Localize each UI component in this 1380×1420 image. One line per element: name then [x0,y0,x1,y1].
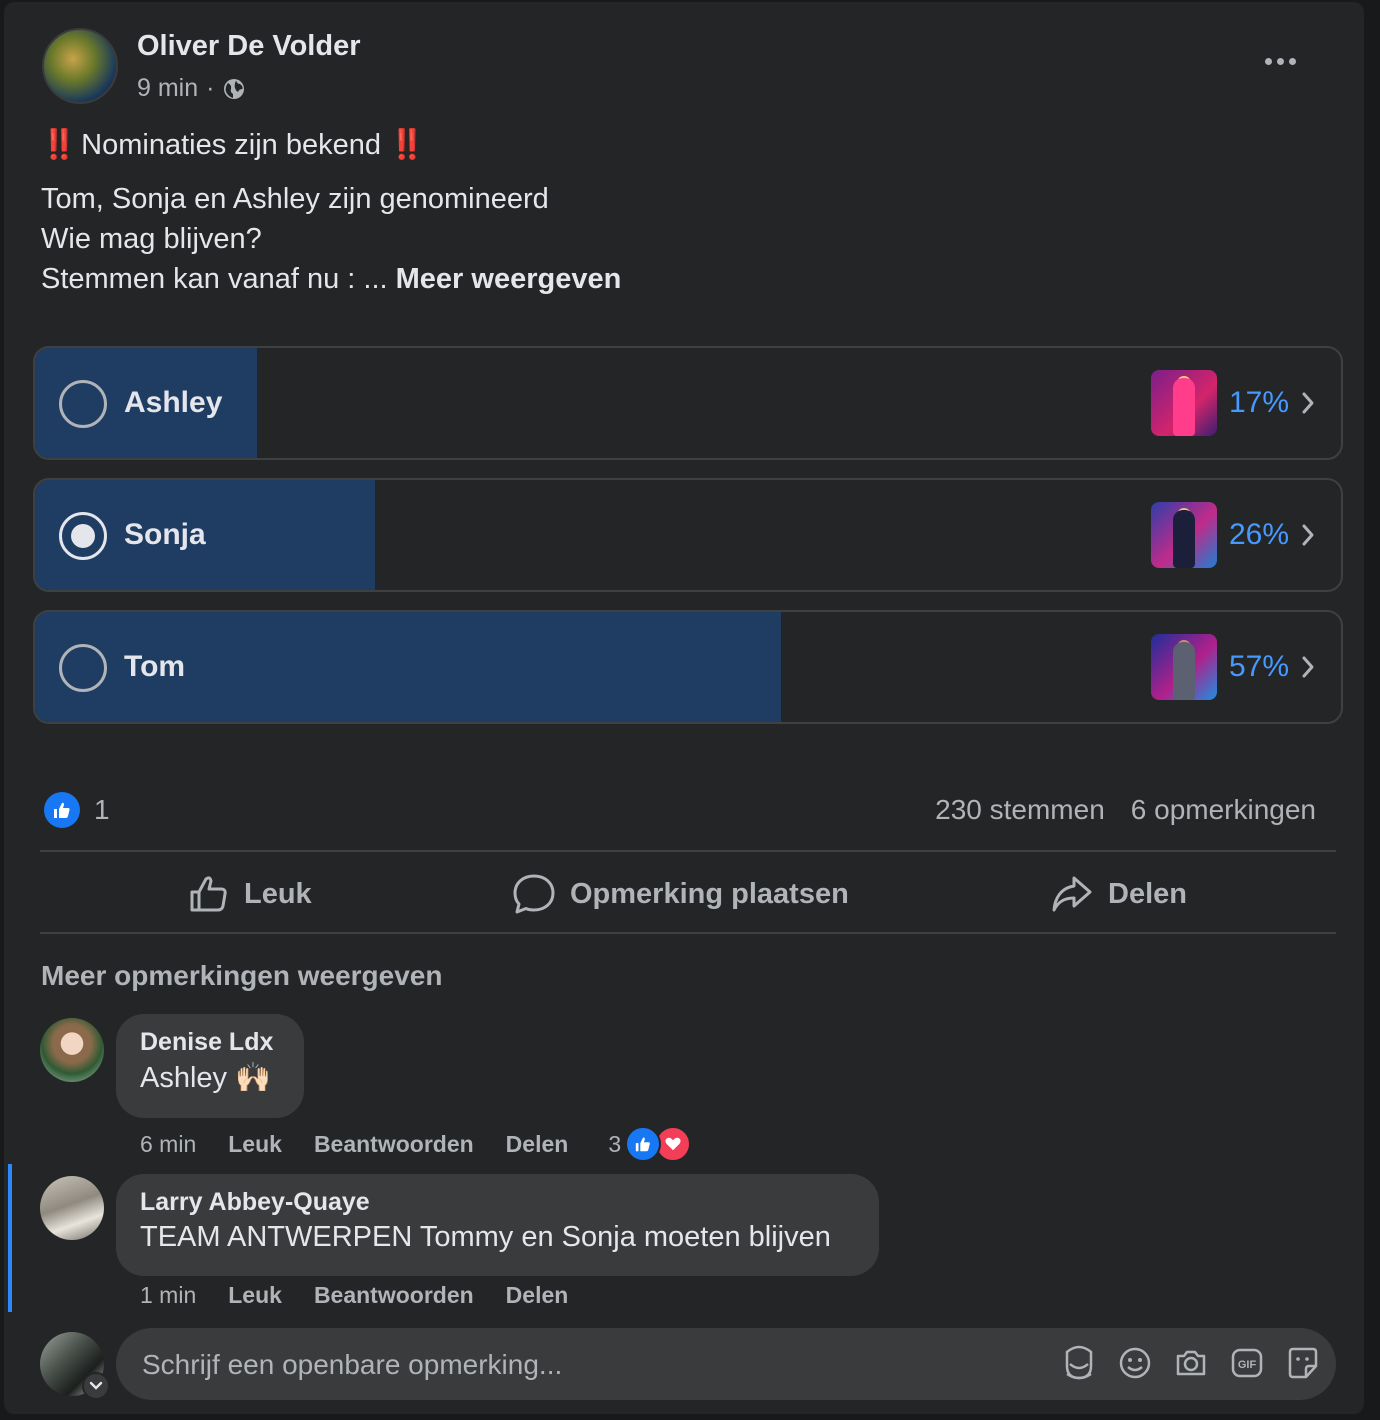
poll-option-ashley[interactable]: Ashley 17% [33,346,1343,460]
reaction-count: 3 [608,1130,622,1157]
comment-share-button[interactable]: Delen [506,1131,569,1158]
comment-label: Opmerking plaatsen [570,877,849,910]
chevron-right-icon [1302,656,1314,678]
comment-reply-button[interactable]: Beantwoorden [314,1131,474,1158]
voter-thumbnail [1150,370,1217,436]
comment-time[interactable]: 6 min [140,1131,196,1158]
comment-button[interactable]: Opmerking plaatsen [512,868,849,920]
camera-icon[interactable] [1174,1344,1208,1382]
svg-text:GIF: GIF [1238,1359,1257,1371]
comment-actions: 1 min Leuk Beantwoorden Delen [140,1282,568,1309]
share-icon [1052,876,1092,912]
comment-bubble: Denise Ldx Ashley 🙌🏻 [116,1014,304,1118]
poll-option-label: Sonja [124,518,206,551]
post-card: Oliver De Volder 9 min · ‼️ Nominaties z… [4,2,1364,1414]
like-count: 1 [94,794,110,825]
comments-count[interactable]: 6 opmerkingen [1131,794,1316,826]
comment-text: Ashley 🙌🏻 [140,1062,272,1094]
reaction-summary[interactable]: 1 [44,792,110,828]
comment-author[interactable]: Larry Abbey-Quaye [140,1188,855,1217]
avatar-sticker-icon[interactable] [1062,1344,1096,1382]
more-options-icon[interactable] [1260,46,1300,76]
like-reaction-icon [44,792,80,828]
comment-time[interactable]: 1 min [140,1282,196,1309]
post-body-line: Tom, Sonja en Ashley zijn genomineerd [41,183,549,215]
see-more-link[interactable]: Meer weergeven [396,263,622,295]
author-name[interactable]: Oliver De Volder [137,30,361,63]
voter-thumbnail [1150,502,1217,568]
sticker-icon[interactable] [1286,1344,1320,1382]
post-body-text: Stemmen kan vanaf nu : ... [41,263,388,295]
double-exclamation-icon: ‼️ [41,129,77,161]
share-button[interactable]: Delen [1050,868,1187,920]
poll-radio[interactable] [59,380,107,428]
like-button[interactable]: Leuk [188,868,312,920]
like-label: Leuk [244,877,312,910]
new-comment-indicator [8,1164,12,1312]
globe-icon [224,78,245,99]
voter-thumbnail [1150,634,1217,700]
poll-result[interactable]: 57% [1150,634,1315,700]
chevron-right-icon [1302,392,1314,414]
chevron-right-icon [1302,524,1314,546]
chevron-down-icon[interactable] [82,1372,110,1400]
poll-percentage: 26% [1228,518,1289,551]
poll-result[interactable]: 26% [1150,502,1315,568]
poll-radio[interactable] [59,644,107,692]
comment-author[interactable]: Denise Ldx [140,1028,280,1057]
double-exclamation-icon: ‼️ [389,129,425,161]
commenter-avatar[interactable] [40,1018,104,1082]
post-headline: ‼️ Nominaties zijn bekend ‼️ [41,128,425,162]
comment-bubble: Larry Abbey-Quaye TEAM ANTWERPEN Tommy e… [116,1174,879,1276]
comment-share-button[interactable]: Delen [506,1282,569,1309]
poll-option-tom[interactable]: Tom 57% [33,610,1343,724]
comment-icon [513,874,555,914]
more-comments-link[interactable]: Meer opmerkingen weergeven [41,960,442,992]
poll-option-label: Ashley [124,386,223,419]
comment-like-button[interactable]: Leuk [228,1131,282,1158]
commenter-avatar[interactable] [40,1176,104,1240]
comment-reply-button[interactable]: Beantwoorden [314,1282,474,1309]
poll-percentage: 17% [1228,386,1289,419]
headline-text: Nominaties zijn bekend [81,129,381,161]
like-reaction-icon [625,1126,662,1162]
share-label: Delen [1108,877,1187,910]
gif-icon[interactable]: GIF [1230,1344,1264,1382]
comment-composer[interactable]: GIF [116,1328,1336,1402]
post-stats: 230 stemmen 6 opmerkingen [935,794,1316,826]
poll-radio-selected[interactable] [59,512,107,560]
like-icon [190,876,227,912]
emoji-icon[interactable] [1118,1344,1152,1382]
comment-actions: 6 min Leuk Beantwoorden Delen 3 [140,1126,692,1162]
divider [40,850,1336,852]
post-body-line: Wie mag blijven? [41,223,262,255]
composer-tools: GIF [1062,1344,1320,1382]
poll-option-sonja[interactable]: Sonja 26% [33,478,1343,592]
comment-like-button[interactable]: Leuk [228,1282,282,1309]
meta-separator: · [206,74,215,102]
post-time[interactable]: 9 min [137,74,198,103]
comment-reactions[interactable]: 3 [608,1126,692,1162]
votes-count[interactable]: 230 stemmen [935,794,1105,826]
comment-input[interactable] [140,1328,1024,1402]
comment-text: TEAM ANTWERPEN Tommy en Sonja moeten bli… [140,1221,831,1253]
poll-percentage: 57% [1228,650,1289,683]
post-body-line-last: Stemmen kan vanaf nu : ... Meer weergeve… [41,263,621,296]
post-meta: 9 min · [137,74,246,103]
poll-result[interactable]: 17% [1150,370,1315,436]
divider [40,932,1336,934]
author-avatar[interactable] [42,28,118,104]
poll-option-label: Tom [124,650,186,683]
